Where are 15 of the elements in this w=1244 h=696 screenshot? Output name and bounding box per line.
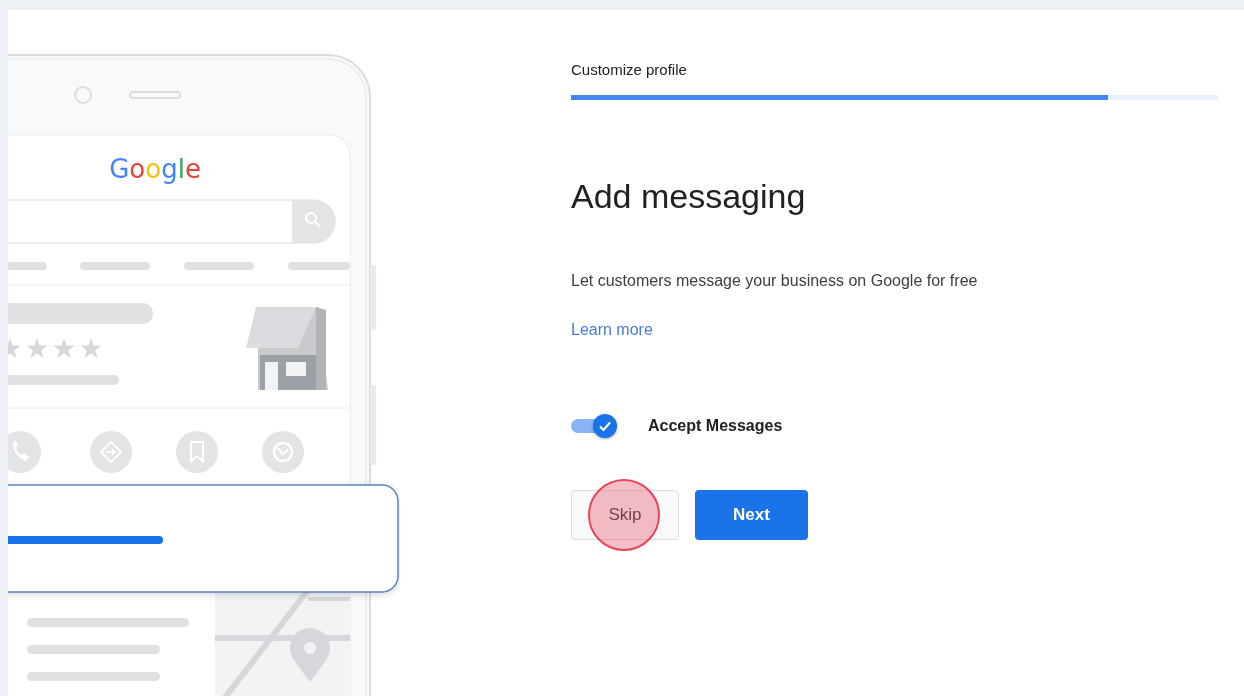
toggle-label: Accept Messages xyxy=(648,417,783,435)
check-icon xyxy=(598,419,612,433)
directions-icon xyxy=(90,431,132,473)
skip-button[interactable]: Skip xyxy=(571,490,679,540)
learn-more-link[interactable]: Learn more xyxy=(571,319,653,341)
next-button[interactable]: Next xyxy=(695,490,808,540)
step-title: Customize profile xyxy=(571,60,687,80)
bookmark-icon xyxy=(176,431,218,473)
storefront-icon xyxy=(246,307,328,390)
google-logo: Google xyxy=(109,154,201,184)
page-heading: Add messaging xyxy=(571,176,806,216)
speaker-icon xyxy=(129,91,181,99)
camera-icon xyxy=(74,86,92,104)
description-text: Let customers message your business on Google for free xyxy=(571,271,978,291)
phone-icon xyxy=(8,431,41,473)
